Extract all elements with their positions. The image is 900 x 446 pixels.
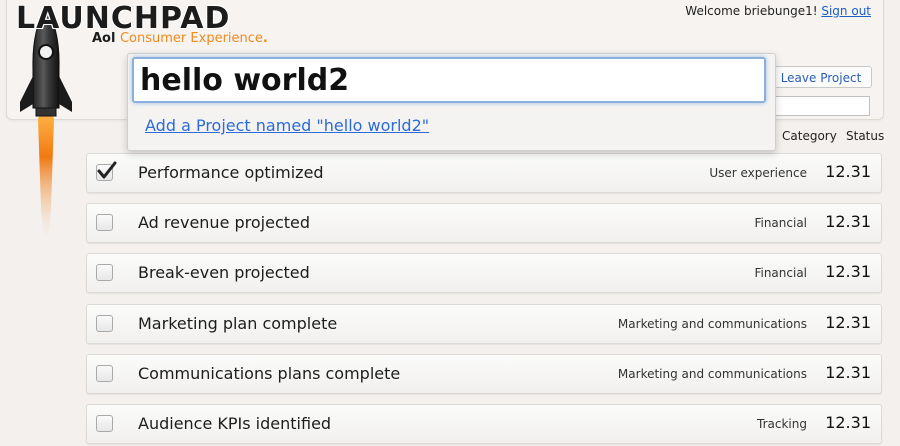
item-status: 12.31: [825, 262, 871, 281]
item-title: Audience KPIs identified: [138, 414, 332, 433]
checkmark-icon: [97, 161, 117, 179]
item-category: Marketing and communications: [617, 367, 807, 381]
brand-dot: .: [262, 31, 268, 46]
item-checkbox[interactable]: [96, 415, 113, 432]
item-status: 12.31: [825, 162, 871, 181]
item-checkbox[interactable]: [96, 161, 117, 181]
list-item[interactable]: Ad revenue projected Financial 12.31: [86, 203, 882, 243]
list-item[interactable]: Communications plans complete Marketing …: [86, 354, 882, 394]
list-item[interactable]: Marketing plan complete Marketing and co…: [86, 304, 882, 344]
aol-brand: Aol: [92, 31, 116, 46]
list-item[interactable]: Audience KPIs identified Tracking 12.31: [86, 404, 882, 444]
item-title: Performance optimized: [138, 163, 324, 182]
status-column-header[interactable]: Status: [846, 129, 884, 143]
item-title: Ad revenue projected: [138, 213, 311, 232]
welcome-text: Welcome briebunge1!: [685, 4, 818, 18]
add-project-suggestion[interactable]: Add a Project named "hello world2": [145, 116, 429, 135]
list-item[interactable]: Break-even projected Financial 12.31: [86, 253, 882, 293]
item-status: 12.31: [825, 363, 871, 382]
item-category: Tracking: [757, 417, 807, 431]
category-column-header[interactable]: Category: [782, 129, 837, 143]
item-title: Marketing plan complete: [138, 314, 338, 333]
item-category: Marketing and communications: [617, 317, 807, 331]
item-category: User experience: [709, 166, 807, 180]
sign-out-link[interactable]: Sign out: [821, 4, 871, 18]
project-search-input[interactable]: [132, 57, 766, 103]
item-checkbox[interactable]: [96, 365, 113, 382]
welcome-bar: Welcome briebunge1! Sign out: [685, 4, 871, 18]
item-checkbox[interactable]: [96, 214, 113, 231]
brand-subtitle: Consumer Experience: [119, 31, 263, 46]
project-side-input[interactable]: [770, 96, 870, 116]
item-status: 12.31: [825, 313, 871, 332]
item-checkbox[interactable]: [96, 315, 113, 332]
item-category: Financial: [754, 266, 807, 280]
leave-project-button[interactable]: Leave Project: [770, 66, 872, 88]
item-title: Communications plans complete: [138, 364, 401, 383]
item-checkbox[interactable]: [96, 264, 113, 281]
item-status: 12.31: [825, 413, 871, 432]
logo-subtitle: Aol Consumer Experience.: [92, 31, 268, 47]
item-title: Break-even projected: [138, 263, 310, 282]
rocket-icon: [20, 8, 72, 239]
add-project-dropdown: Add a Project named "hello world2": [127, 53, 776, 151]
list-item[interactable]: Performance optimized User experience 12…: [86, 153, 882, 193]
item-category: Financial: [754, 216, 807, 230]
item-status: 12.31: [825, 212, 871, 231]
